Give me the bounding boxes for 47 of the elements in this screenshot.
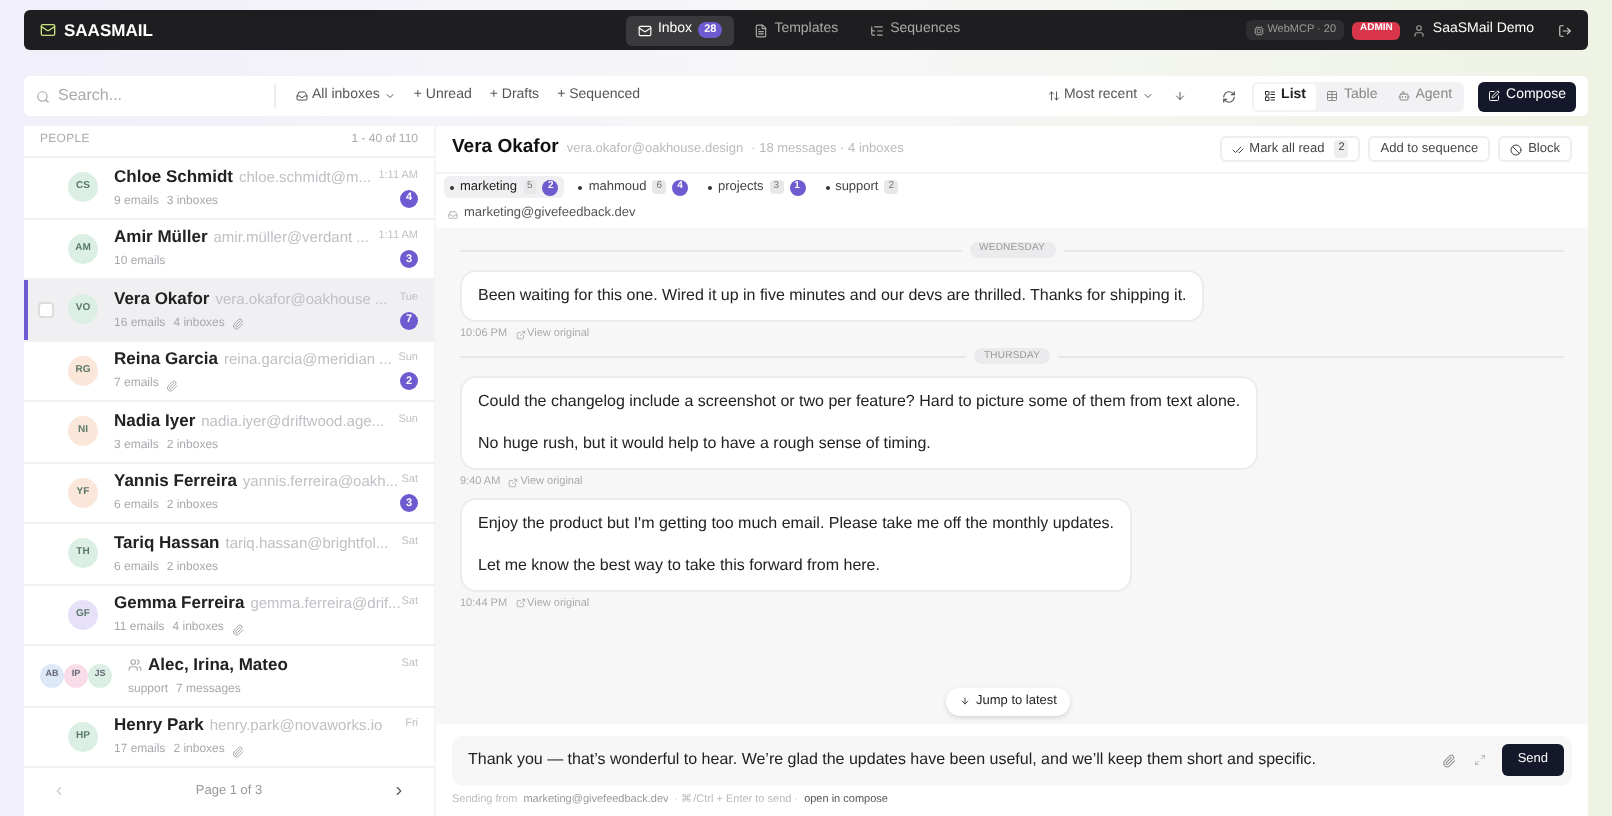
nav-icon [637,23,652,37]
refresh-icon[interactable] [1221,89,1236,103]
external-link-icon [515,598,526,609]
contact-name: Amir Müller [114,224,208,251]
external-link-icon [515,329,526,340]
pen-icon [1488,90,1501,102]
view-icon [1397,90,1410,102]
view-icon [1263,90,1276,102]
brand-name: SAASMAIL [64,17,153,43]
contact-name: Vera Okafor [114,285,210,312]
search-field[interactable]: Search... [58,84,258,108]
inbox-icon [448,209,458,219]
nav-icon [870,23,885,37]
paperclip-icon[interactable] [1441,753,1456,768]
view-icon [1326,90,1338,102]
logout-icon[interactable] [1558,23,1572,37]
contact-name: Vera Okafor [452,134,559,163]
message-text: Let me know the best way to take this forward from here. [478,553,882,577]
chip-icon [1253,25,1264,35]
contact-name: Chloe Schmidt [114,163,234,190]
row-checkbox[interactable] [38,301,54,318]
user-icon [1412,23,1427,37]
chevron-down-icon [1141,90,1154,102]
next-page-icon[interactable] [392,784,406,798]
chevron-down-icon [383,90,396,102]
arrow-down-icon [960,696,970,707]
double-check-icon [1231,143,1244,155]
search-icon [36,89,50,103]
message-text: Enjoy the product but I'm getting too much email. Please take me off the monthly updates. [478,511,1115,535]
contact-name: Nadia Iyer [114,407,196,434]
contact-name: Henry Park [114,712,204,739]
sort-direction-icon[interactable] [1173,90,1186,102]
inbox-icon [296,90,308,102]
contact-name: Alec, Irina, Mateo [148,651,288,678]
message-text: No huge rush, but it would help to have a rough sense of timing. [478,432,933,457]
contact-name: Reina Garcia [114,346,218,373]
block-icon [1510,143,1523,155]
external-link-icon [508,477,519,488]
contact-name: Gemma Ferreira [114,590,245,617]
contact-name: Yannis Ferreira [114,468,237,495]
group-icon [128,657,142,672]
message-text: Could the changelog include a screenshot or two per feature? Hard to picture some of them from text alone. [478,390,1241,415]
message-text: Been waiting for this one. Wired it up in five minutes and our devs are thrilled. Thanks for shipping it. [478,284,1187,308]
mail-icon [40,22,56,38]
sort-icon [1047,90,1060,102]
contact-name: Tariq Hassan [114,529,220,556]
nav-icon [754,23,769,37]
